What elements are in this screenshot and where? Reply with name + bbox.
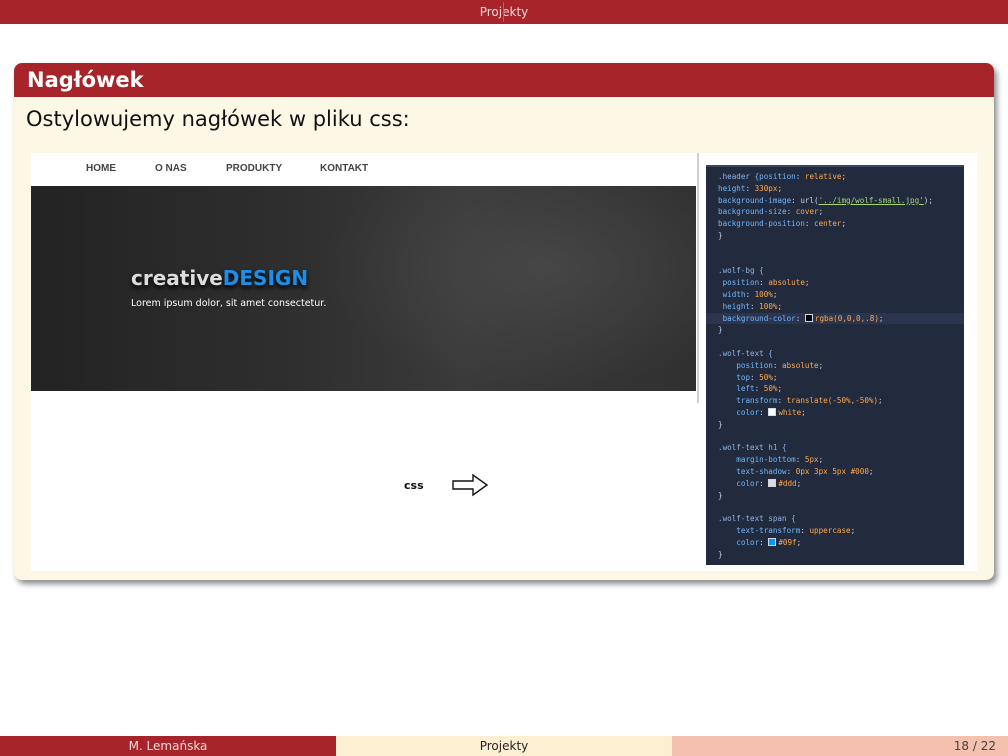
code-line: transform: translate(-50%,-50%); bbox=[736, 396, 883, 406]
color-swatch bbox=[768, 407, 777, 416]
screenshot-panel: HOME O NAS PRODUKTY KONTAKT creativeDESI… bbox=[31, 153, 977, 571]
code-line: position: absolute; bbox=[736, 360, 824, 370]
nav-home[interactable]: HOME bbox=[86, 163, 116, 174]
code-line: .wolf-bg { bbox=[718, 266, 764, 276]
code-line: color: #ddd; bbox=[736, 478, 802, 488]
hero-banner: creativeDESIGN Lorem ipsum dolor, sit am… bbox=[31, 186, 696, 391]
code-line: background-size: cover; bbox=[718, 207, 824, 217]
block-title: Nagłówek bbox=[14, 63, 994, 97]
hero-subtitle: Lorem ipsum dolor, sit amet consectetur. bbox=[131, 298, 327, 309]
hero-title: creativeDESIGN bbox=[131, 266, 308, 290]
hero-title-design: DESIGN bbox=[222, 266, 309, 290]
code-line: } bbox=[718, 490, 723, 500]
content-block: Nagłówek Ostylowujemy nagłówek w pliku c… bbox=[14, 63, 994, 580]
right-arrow-icon bbox=[452, 473, 489, 497]
code-line: height: 100%; bbox=[722, 301, 783, 311]
code-editor: .header {position: relative; height: 330p… bbox=[706, 165, 964, 565]
code-line: top: 50%; bbox=[736, 372, 778, 382]
code-line: height: 330px; bbox=[718, 183, 783, 193]
code-line: left: 50%; bbox=[736, 384, 783, 394]
code-line: } bbox=[718, 230, 723, 240]
code-line: position: absolute; bbox=[722, 278, 810, 288]
code-line: text-shadow: 0px 3px 5px #000; bbox=[736, 466, 874, 476]
code-line: } bbox=[718, 325, 723, 335]
code-line: color: white; bbox=[736, 407, 806, 417]
scrollbar-divider bbox=[697, 153, 699, 403]
header-divider bbox=[503, 2, 504, 22]
code-line: .header {position: relative; bbox=[718, 172, 847, 181]
footer-title: Projekty bbox=[336, 736, 672, 756]
code-line: background-color: rgba(0,0,0,.8); bbox=[706, 312, 964, 325]
nav-about[interactable]: O NAS bbox=[155, 163, 187, 174]
nav-products[interactable]: PRODUKTY bbox=[226, 163, 282, 174]
nav-contact[interactable]: KONTAKT bbox=[320, 163, 368, 174]
top-bar: Projekty bbox=[0, 0, 1008, 24]
block-text: Ostylowujemy nagłówek w pliku css: bbox=[26, 107, 410, 131]
code-line: margin-bottom: 5px; bbox=[736, 455, 824, 465]
site-nav: HOME O NAS PRODUKTY KONTAKT bbox=[31, 153, 696, 186]
color-swatch bbox=[768, 478, 777, 487]
code-line: width: 100%; bbox=[722, 289, 778, 299]
code-line: .wolf-text span { bbox=[718, 514, 796, 524]
code-line: background-image: url('../img/wolf-small… bbox=[718, 195, 933, 205]
page-number: 18 / 22 bbox=[953, 739, 996, 753]
color-swatch bbox=[768, 537, 777, 546]
footer: M. Lemańska Projekty 18 / 22 bbox=[0, 736, 1008, 756]
css-label: css bbox=[404, 479, 424, 492]
hero-title-creative: creative bbox=[131, 266, 223, 290]
footer-page: 18 / 22 bbox=[672, 736, 1008, 756]
wolf-background-image bbox=[321, 186, 696, 391]
footer-author: M. Lemańska bbox=[0, 736, 336, 756]
code-line: } bbox=[718, 549, 723, 559]
code-line: text-transform: uppercase; bbox=[736, 525, 856, 535]
code-line: .wolf-text { bbox=[718, 348, 773, 358]
code-line: color: #09f; bbox=[736, 537, 802, 547]
color-swatch bbox=[804, 313, 813, 322]
code-line: background-position: center; bbox=[718, 219, 847, 229]
code-line: .wolf-text h1 { bbox=[718, 443, 787, 453]
code-line: } bbox=[718, 419, 723, 429]
